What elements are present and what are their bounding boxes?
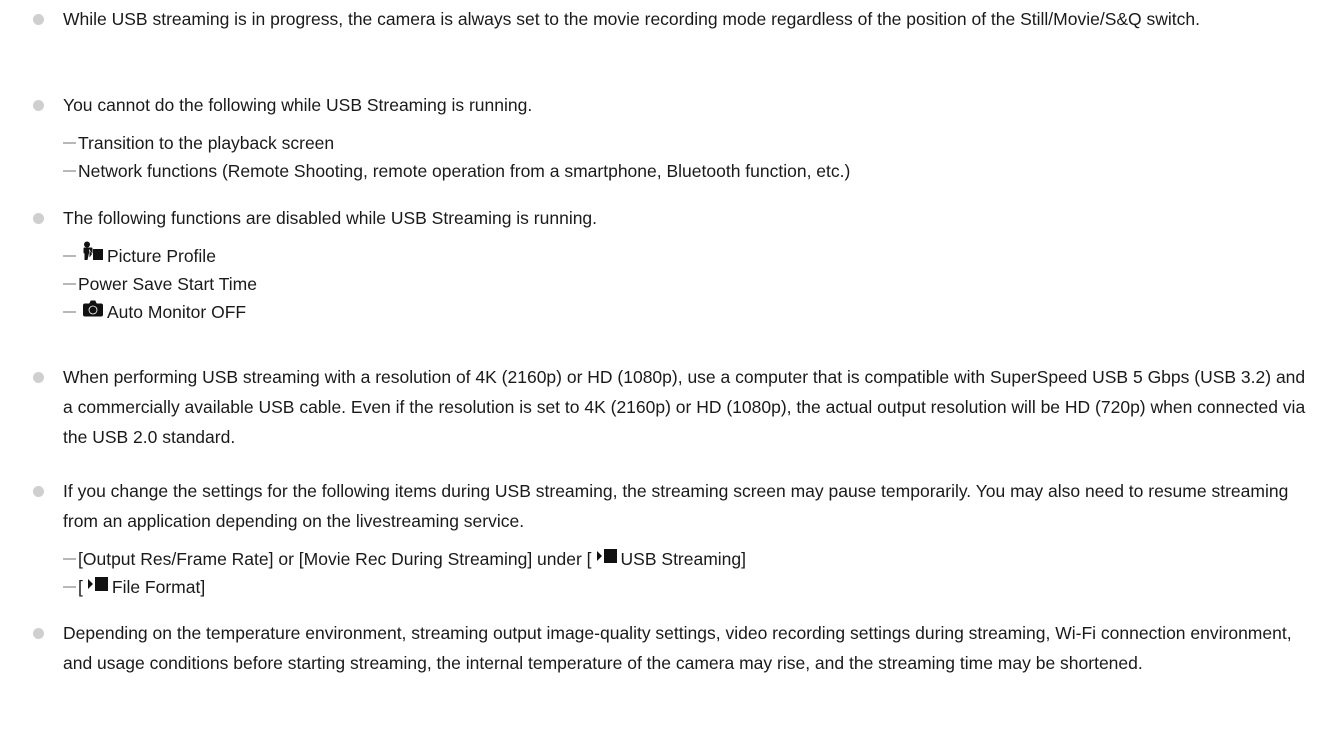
movie-icon <box>87 572 109 600</box>
note-5-item-2: [ File Format] <box>63 573 205 601</box>
note-5-item-2-before: [ <box>78 577 83 597</box>
dash-icon <box>63 142 76 145</box>
note-2-item-1-text: Transition to the playback screen <box>78 133 335 153</box>
note-5-item-1-after: USB Streaming] <box>620 549 747 569</box>
note-5-item-1-before: [Output Res/Frame Rate] or [Movie Rec Du… <box>78 549 592 569</box>
picture-profile-icon <box>82 241 104 269</box>
note-2-item-2-text: Network functions (Remote Shooting, remo… <box>78 161 851 181</box>
dash-icon <box>63 255 76 258</box>
note-5-item-2-after: File Format] <box>111 577 206 597</box>
note-3-item-2-text: Power Save Start Time <box>78 274 257 294</box>
note-3-item-1-text: Picture Profile <box>107 246 216 266</box>
note-2-item-2: Network functions (Remote Shooting, remo… <box>63 157 850 185</box>
note-5-text: If you change the settings for the follo… <box>63 481 1289 531</box>
bullet-dot-icon <box>33 486 44 497</box>
bullet-dot-icon <box>33 100 44 111</box>
note-1-text: While USB streaming is in progress, the … <box>63 9 1201 29</box>
dash-icon <box>63 311 76 314</box>
dash-icon <box>63 283 76 286</box>
note-5-item-1: [Output Res/Frame Rate] or [Movie Rec Du… <box>63 545 746 573</box>
bullet-dot-icon <box>33 213 44 224</box>
bullet-dot-icon <box>33 628 44 639</box>
note-3-item-1: Picture Profile <box>63 241 216 270</box>
bullet-dot-icon <box>33 372 44 383</box>
dash-icon <box>63 558 76 561</box>
note-6-text: Depending on the temperature environment… <box>63 623 1292 673</box>
movie-icon <box>596 544 618 572</box>
note-3-text: The following functions are disabled whi… <box>63 208 598 228</box>
dash-icon <box>63 170 76 173</box>
note-2-item-1: Transition to the playback screen <box>63 129 334 157</box>
note-3-item-3: Auto Monitor OFF <box>63 298 246 326</box>
note-3-item-3-text: Auto Monitor OFF <box>107 302 247 322</box>
notes-page: While USB streaming is in progress, the … <box>0 0 1333 751</box>
note-3-item-2: Power Save Start Time <box>63 270 257 298</box>
bullet-dot-icon <box>33 14 44 25</box>
camera-icon <box>82 297 104 325</box>
dash-icon <box>63 586 76 589</box>
note-2-text: You cannot do the following while USB St… <box>63 95 533 115</box>
note-4-text: When performing USB streaming with a res… <box>63 367 1306 447</box>
